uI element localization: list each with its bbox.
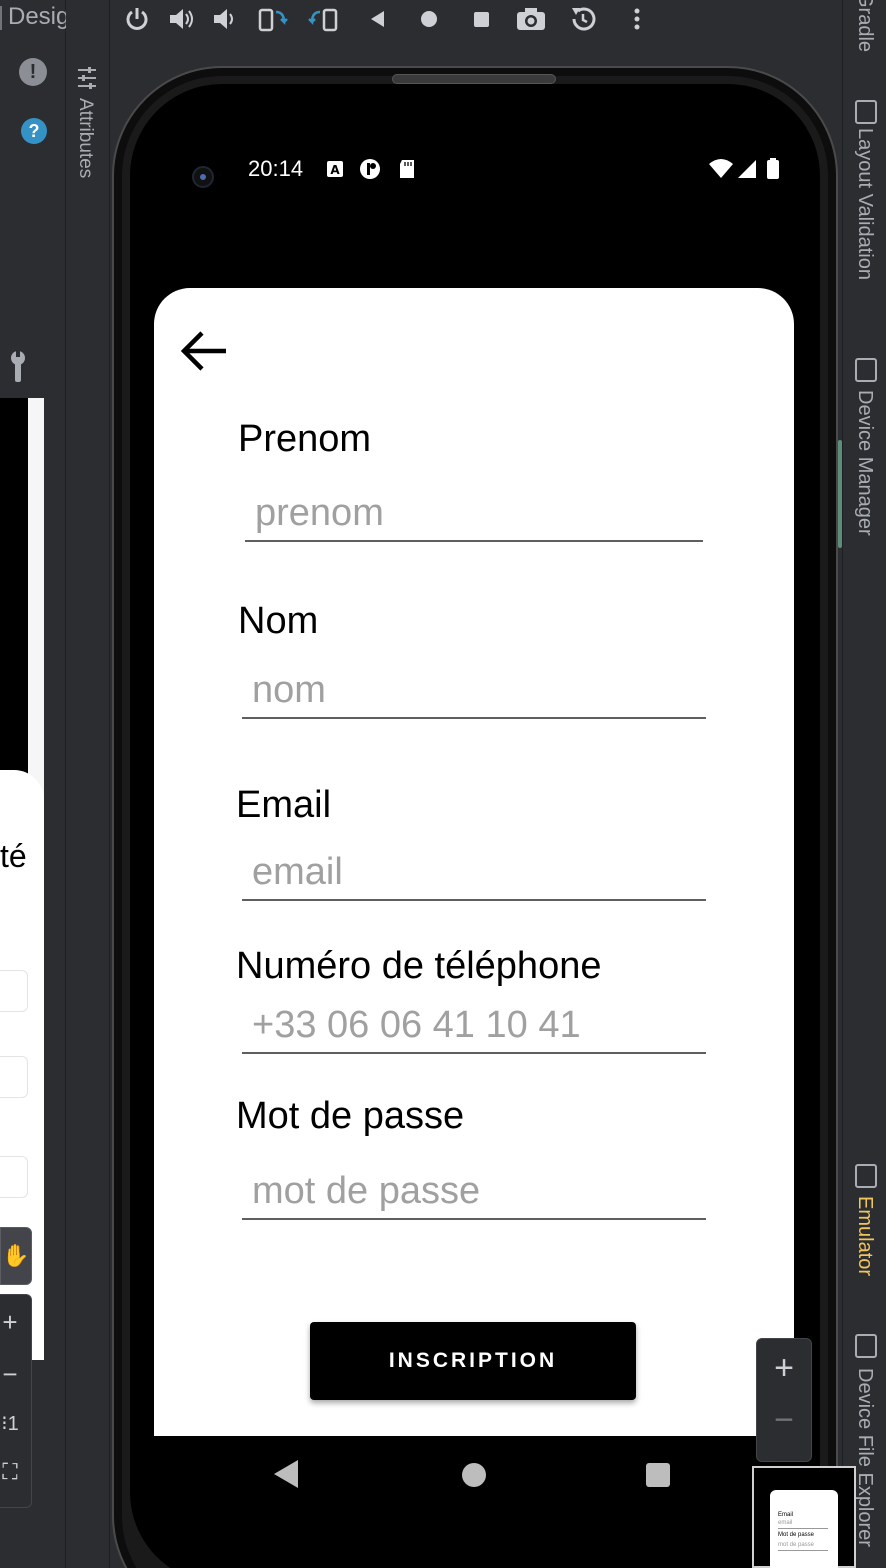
design-zoom-controls: + − ⁝1 ⛶ [0, 1294, 32, 1508]
phone-input[interactable] [242, 998, 706, 1054]
minimap-email-placeholder: email [778, 1520, 793, 1526]
minimap-screen: Email email Mot de passe mot de passe [770, 1490, 838, 1568]
inscription-button[interactable]: INSCRIPTION [310, 1322, 636, 1400]
minimap-email-label: Email [778, 1512, 794, 1518]
layout-preview-image [0, 398, 28, 778]
wifi-icon [709, 159, 733, 178]
right-tool-strip: Gradle Layout Validation Device Manager … [842, 0, 886, 1568]
device-file-explorer-icon[interactable] [855, 1334, 877, 1358]
svg-text:A: A [330, 163, 340, 177]
nom-label: Nom [238, 600, 319, 642]
attributes-sliders-icon[interactable] [76, 66, 98, 90]
phone-label: Numéro de téléphone [236, 945, 602, 987]
layout-preview-text: té [0, 838, 27, 874]
wrench-icon[interactable] [8, 350, 28, 384]
rotate-right-icon[interactable] [306, 4, 340, 34]
more-options-icon[interactable] [620, 4, 654, 34]
prenom-input[interactable] [245, 486, 703, 542]
minimap-password-label: Mot de passe [778, 1532, 815, 1538]
layout-preview-field [0, 1156, 28, 1198]
back-icon[interactable] [360, 4, 394, 34]
attributes-tab[interactable]: Attributes [74, 98, 96, 178]
overview-icon[interactable] [464, 4, 498, 34]
device-manager-icon[interactable] [855, 358, 877, 382]
prenom-label: Prenom [238, 418, 372, 460]
phone-speaker [392, 74, 556, 84]
back-arrow-icon[interactable] [176, 326, 232, 376]
layout-preview-field [0, 1056, 28, 1098]
nav-back-icon[interactable] [274, 1460, 298, 1488]
app-notification-icon [360, 159, 380, 179]
nom-input[interactable] [242, 663, 706, 719]
home-icon[interactable] [412, 4, 446, 34]
battery-icon [767, 158, 779, 179]
warning-icon[interactable]: ! [19, 58, 47, 86]
minimap-password-placeholder: mot de passe [778, 1542, 815, 1548]
help-icon[interactable]: ? [21, 118, 47, 144]
pan-hand-icon[interactable]: ✋ [0, 1227, 32, 1285]
zoom-in-button[interactable]: + [757, 1349, 811, 1388]
email-input[interactable] [242, 845, 706, 901]
zoom-out-button[interactable]: − [757, 1401, 811, 1440]
nav-home-icon[interactable] [462, 1463, 486, 1487]
design-panel: Design ! ? té ✋ + − ⁝1 ⛶ [0, 0, 83, 1568]
attributes-strip: Attributes [66, 0, 110, 1568]
cell-signal-icon [738, 160, 756, 178]
emulator-minimap[interactable]: Email email Mot de passe mot de passe [752, 1466, 856, 1568]
minimap-line [778, 1550, 828, 1551]
actual-size-icon[interactable]: ⁝1 [0, 1411, 20, 1436]
volume-down-icon[interactable] [208, 4, 242, 34]
emulator-icon[interactable] [855, 1164, 877, 1188]
front-camera-icon [192, 166, 214, 188]
emulator-toolbar [110, 0, 840, 44]
minimap-line [778, 1528, 828, 1529]
rotate-left-icon[interactable] [256, 4, 290, 34]
power-icon[interactable] [120, 4, 154, 34]
email-label: Email [236, 784, 332, 826]
layout-validation-icon[interactable] [855, 100, 877, 124]
device-manager-tab[interactable]: Device Manager [853, 390, 876, 536]
screenshot-icon[interactable] [514, 4, 548, 34]
emulator-tab[interactable]: Emulator [853, 1196, 876, 1276]
nav-recents-icon[interactable] [646, 1463, 670, 1487]
keyboard-a-icon: A [327, 161, 343, 177]
status-time: 20:14 [248, 156, 304, 181]
design-zoom-in-button[interactable]: + [0, 1307, 20, 1338]
password-input[interactable] [242, 1164, 706, 1220]
device-file-explorer-tab[interactable]: Device File Explorer [853, 1368, 876, 1547]
sd-card-icon [400, 160, 414, 178]
emulator-zoom-controls: + − [756, 1338, 812, 1462]
design-zoom-out-button[interactable]: − [0, 1359, 20, 1390]
layout-preview-field [0, 970, 28, 1012]
layout-validation-tab[interactable]: Layout Validation [853, 128, 876, 280]
fit-screen-icon[interactable]: ⛶ [0, 1459, 20, 1485]
password-label: Mot de passe [236, 1095, 465, 1137]
android-nav-bar [154, 1436, 794, 1516]
volume-up-icon[interactable] [164, 4, 198, 34]
registration-screen: Prenom Nom Email Numéro de téléphone Mot… [154, 288, 794, 1436]
gradle-tab[interactable]: Gradle [853, 0, 876, 52]
snapshot-icon[interactable] [566, 4, 600, 34]
